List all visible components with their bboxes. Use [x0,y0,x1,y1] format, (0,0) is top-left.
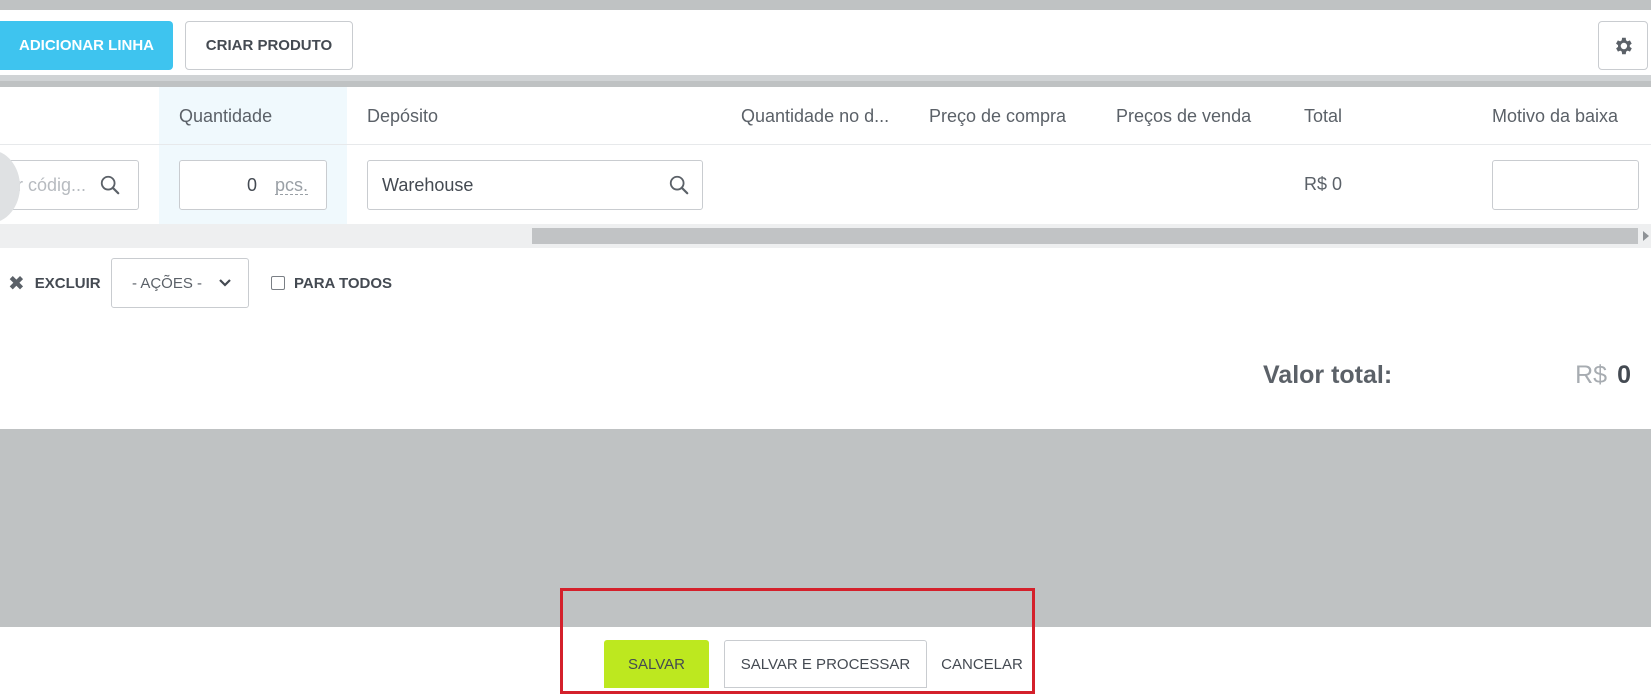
total-currency: R$ [1575,360,1608,389]
toolbar: ADICIONAR LINHA CRIAR PRODUTO [0,10,1651,81]
total-amount: 0 [1617,360,1631,389]
write-off-reason-input[interactable] [1492,160,1639,210]
product-search-input[interactable]: por códig... [0,160,139,210]
table-row: por códig... 0 pcs. Warehouse [0,145,1651,224]
row-total: R$ 0 [1304,174,1343,194]
deposit-input[interactable]: Warehouse [367,160,703,210]
column-write-off-reason: Motivo da baixa [1492,105,1619,126]
quantity-value: 0 [246,174,257,195]
column-purchase-price: Preço de compra [929,105,1067,126]
total-value: R$ 0 [1575,355,1631,395]
document-content: Quantidade Depósito Quantidade no d... P… [0,87,1651,429]
checkbox[interactable] [271,276,285,290]
add-line-button[interactable]: ADICIONAR LINHA [0,21,173,70]
footer-bar: SALVAR SALVAR E PROCESSAR CANCELAR [0,627,1651,696]
save-and-process-button[interactable]: SALVAR E PROCESSAR [724,640,927,688]
column-deposit: Depósito [367,105,439,126]
create-product-button[interactable]: CRIAR PRODUTO [185,21,353,70]
delete-button[interactable]: ✖ EXCLUIR [8,258,101,308]
delete-label: EXCLUIR [34,274,101,292]
apply-all-checkbox[interactable]: PARA TODOS [271,258,392,308]
settings-button[interactable] [1598,21,1648,70]
search-icon [100,175,120,195]
quantity-unit[interactable]: pcs. [274,176,308,195]
search-icon[interactable] [668,174,690,196]
column-quantity: Quantidade [179,105,273,126]
quantity-input[interactable]: 0 pcs. [179,160,327,210]
total-label: Valor total: [1263,360,1393,389]
horizontal-scrollbar[interactable] [0,224,1651,248]
table-header: Quantidade Depósito Quantidade no d... P… [0,87,1651,145]
close-icon: ✖ [8,272,25,295]
top-strip [0,0,1651,10]
scrollbar-thumb[interactable] [532,228,1638,244]
chevron-down-icon [219,279,231,287]
actions-select[interactable]: - AÇÕES - [111,258,249,308]
gear-icon [1616,37,1632,54]
scroll-right-arrow-icon[interactable] [1643,231,1649,241]
actions-select-label: - AÇÕES - [132,274,203,292]
save-button[interactable]: SALVAR [604,640,709,688]
row-actions: ✖ EXCLUIR - AÇÕES - PARA TODOS [0,258,600,308]
apply-all-label: PARA TODOS [294,274,393,292]
deposit-value: Warehouse [382,174,474,195]
column-stock-quantity: Quantidade no d... [741,105,890,126]
column-total: Total [1304,105,1343,126]
cancel-button[interactable]: CANCELAR [936,640,1028,688]
column-sale-prices: Preços de venda [1116,105,1252,126]
